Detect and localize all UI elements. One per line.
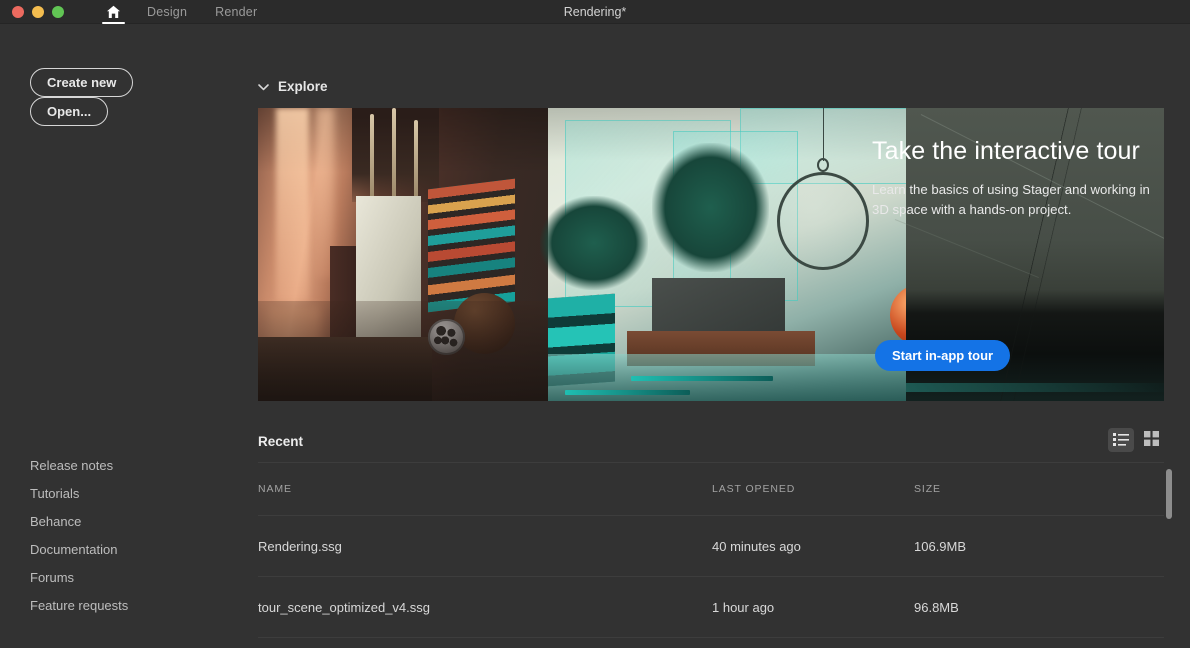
scrollbar-thumb[interactable] (1166, 469, 1172, 519)
main-nav: Design Render (94, 0, 271, 24)
table-header-row: NAME LAST OPENED SIZE (258, 463, 1164, 515)
maximize-window-button[interactable] (52, 6, 64, 18)
table-row[interactable] (258, 637, 1164, 648)
hero-text-block: Take the interactive tour Learn the basi… (872, 138, 1152, 220)
sidebar-item-behance[interactable]: Behance (30, 515, 128, 528)
main-content: Explore (258, 24, 1190, 648)
sidebar-links: Release notes Tutorials Behance Document… (30, 459, 128, 612)
file-last-opened: 40 minutes ago (712, 539, 914, 554)
explore-hero-card[interactable]: Take the interactive tour Learn the basi… (258, 108, 1164, 401)
file-size: 96.8MB (914, 600, 1164, 615)
column-header-last-opened: LAST OPENED (712, 483, 914, 495)
nav-item-design-label: Design (147, 5, 187, 19)
chevron-down-icon (258, 79, 269, 94)
file-name: tour_scene_optimized_v4.ssg (258, 600, 712, 615)
view-mode-toggle (1108, 428, 1164, 452)
recent-section-header: Recent (258, 434, 1164, 449)
sidebar-item-forums[interactable]: Forums (30, 571, 128, 584)
table-row[interactable]: tour_scene_optimized_v4.ssg 1 hour ago 9… (258, 576, 1164, 637)
file-last-opened: 1 hour ago (712, 600, 914, 615)
title-bar: Design Render Rendering* (0, 0, 1190, 24)
column-header-name: NAME (258, 483, 712, 495)
file-name: Rendering.ssg (258, 539, 712, 554)
app-body: Create new Open... Release notes Tutoria… (0, 24, 1190, 648)
recent-section-label: Recent (258, 434, 303, 449)
create-new-button[interactable]: Create new (30, 68, 133, 97)
open-button[interactable]: Open... (30, 97, 108, 126)
grid-view-button[interactable] (1138, 428, 1164, 452)
nav-item-design[interactable]: Design (133, 0, 201, 24)
minimize-window-button[interactable] (32, 6, 44, 18)
sidebar-item-feature-requests[interactable]: Feature requests (30, 599, 128, 612)
nav-item-render[interactable]: Render (201, 0, 271, 24)
traffic-lights (0, 6, 64, 18)
explore-section-label: Explore (278, 79, 328, 94)
hero-subtitle: Learn the basics of using Stager and wor… (872, 180, 1152, 221)
close-window-button[interactable] (12, 6, 24, 18)
explore-section-toggle[interactable]: Explore (258, 74, 328, 98)
column-header-size: SIZE (914, 483, 1164, 495)
file-size: 106.9MB (914, 539, 1164, 554)
grid-view-icon (1144, 431, 1159, 449)
sidebar-item-documentation[interactable]: Documentation (30, 543, 128, 556)
recent-files-table: NAME LAST OPENED SIZE Rendering.ssg 40 m… (258, 462, 1164, 648)
recent-list-scrollbar[interactable] (1166, 469, 1172, 644)
hero-title: Take the interactive tour (872, 138, 1152, 166)
sidebar-item-release-notes[interactable]: Release notes (30, 459, 128, 472)
table-row[interactable]: Rendering.ssg 40 minutes ago 106.9MB (258, 515, 1164, 576)
nav-item-home[interactable] (94, 0, 133, 24)
start-in-app-tour-button[interactable]: Start in-app tour (875, 340, 1010, 371)
sidebar-item-tutorials[interactable]: Tutorials (30, 487, 128, 500)
list-view-button[interactable] (1108, 428, 1134, 452)
list-view-icon (1113, 432, 1129, 449)
home-icon (106, 5, 121, 19)
sidebar: Create new Open... Release notes Tutoria… (0, 24, 258, 648)
nav-item-render-label: Render (215, 5, 257, 19)
